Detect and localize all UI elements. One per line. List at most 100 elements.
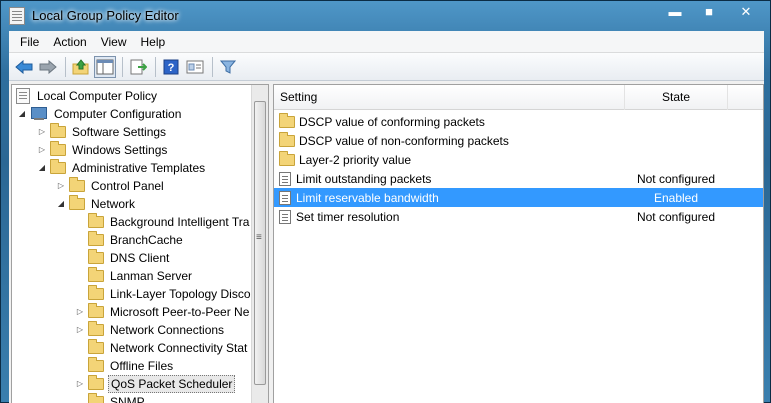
folder-icon xyxy=(88,213,104,228)
menu-view[interactable]: View xyxy=(94,31,134,53)
back-button[interactable] xyxy=(13,56,35,78)
column-header: Setting State xyxy=(274,85,763,110)
menu-bar: File Action View Help xyxy=(9,31,764,53)
folder-icon xyxy=(50,159,66,174)
folder-icon xyxy=(279,112,295,128)
expand-closed-icon[interactable]: ▷ xyxy=(74,303,86,321)
setting-name: DSCP value of conforming packets xyxy=(299,114,485,129)
tree-item-dns-client[interactable]: DNS Client xyxy=(74,249,171,267)
tree-item-label: Software Settings xyxy=(72,125,167,139)
forward-arrow-icon xyxy=(39,59,57,74)
tree-item-link-layer-topology[interactable]: Link-Layer Topology Disco xyxy=(74,285,253,303)
setting-name: Layer-2 priority value xyxy=(299,152,412,167)
expand-open-icon[interactable]: ◢ xyxy=(36,159,48,177)
folder-icon xyxy=(88,267,104,282)
tree-item-label: BranchCache xyxy=(110,233,183,247)
folder-icon xyxy=(69,195,85,210)
list-item-limit-reservable-bandwidth[interactable]: Limit reservable bandwidth Enabled xyxy=(274,188,763,207)
expand-closed-icon[interactable]: ▷ xyxy=(74,375,86,393)
expand-closed-icon[interactable]: ▷ xyxy=(74,321,86,339)
menu-help[interactable]: Help xyxy=(134,31,173,53)
tree-item-lanman-server[interactable]: Lanman Server xyxy=(74,267,194,285)
expand-open-icon[interactable]: ◢ xyxy=(55,195,67,213)
tree-item-network[interactable]: ◢ Network xyxy=(55,195,137,213)
folder-icon xyxy=(88,375,104,390)
expand-closed-icon[interactable]: ▷ xyxy=(36,123,48,141)
document-icon xyxy=(16,88,30,104)
column-setting[interactable]: Setting xyxy=(280,85,620,110)
folder-icon xyxy=(69,177,85,192)
expand-closed-icon[interactable]: ▷ xyxy=(36,141,48,159)
setting-name: Limit reservable bandwidth xyxy=(296,190,439,205)
tree-item-software-settings[interactable]: ▷ Software Settings xyxy=(36,123,168,141)
folder-icon xyxy=(88,393,104,403)
setting-icon xyxy=(279,171,291,186)
properties-button[interactable] xyxy=(184,56,206,78)
tree-item-label: Link-Layer Topology Disco xyxy=(110,287,251,301)
window-frame: Local Group Policy Editor ▬ ■ ✕ File Act… xyxy=(0,0,771,403)
tree-item-label: Administrative Templates xyxy=(72,161,206,175)
tree-item-branchcache[interactable]: BranchCache xyxy=(74,231,185,249)
folder-icon xyxy=(88,249,104,264)
tree-item-control-panel[interactable]: ▷ Control Panel xyxy=(55,177,166,195)
folder-icon xyxy=(88,321,104,336)
scrollbar-thumb[interactable] xyxy=(254,101,266,385)
tree-item-offline-files[interactable]: Offline Files xyxy=(74,357,175,375)
folder-icon xyxy=(88,339,104,354)
export-list-button[interactable] xyxy=(127,56,149,78)
expand-closed-icon[interactable]: ▷ xyxy=(55,177,67,195)
tree-item-label: Network Connectivity Stat xyxy=(110,341,248,355)
list-item-dscp-conforming[interactable]: DSCP value of conforming packets xyxy=(274,112,763,131)
maximize-button[interactable]: ■ xyxy=(692,3,726,23)
list-item-set-timer-resolution[interactable]: Set timer resolution Not configured xyxy=(274,207,763,226)
list-item-layer2-priority[interactable]: Layer-2 priority value xyxy=(274,150,763,169)
title-bar[interactable]: Local Group Policy Editor ▬ ■ ✕ xyxy=(1,1,770,31)
folder-icon xyxy=(279,131,295,147)
tree-item-network-connections[interactable]: ▷ Network Connections xyxy=(74,321,226,339)
list-item-limit-outstanding-packets[interactable]: Limit outstanding packets Not configured xyxy=(274,169,763,188)
tree-item-label: Control Panel xyxy=(91,179,164,193)
filter-button[interactable] xyxy=(217,56,239,78)
tree-item-snmp[interactable]: SNMP xyxy=(74,393,147,403)
close-button[interactable]: ✕ xyxy=(726,3,766,23)
expand-open-icon[interactable]: ◢ xyxy=(16,105,28,123)
minimize-button[interactable]: ▬ xyxy=(658,3,692,23)
tree-item-microsoft-peer-to-peer[interactable]: ▷ Microsoft Peer-to-Peer Ne xyxy=(74,303,251,321)
tree-item-computer-configuration[interactable]: ◢ Computer Configuration xyxy=(16,105,183,123)
settings-list[interactable]: Setting State DSCP value of conforming p… xyxy=(273,84,764,403)
menu-action[interactable]: Action xyxy=(46,31,93,53)
tree-item-local-computer-policy[interactable]: Local Computer Policy xyxy=(14,87,159,105)
show-hide-tree-button[interactable] xyxy=(94,55,116,78)
folder-icon xyxy=(88,231,104,246)
forward-button[interactable] xyxy=(37,56,59,78)
folder-icon xyxy=(88,285,104,300)
tree-item-background-intelligent[interactable]: Background Intelligent Tra xyxy=(74,213,251,231)
folder-icon xyxy=(88,303,104,318)
app-icon[interactable] xyxy=(9,7,25,25)
toolbar-separator xyxy=(155,56,156,77)
help-icon: ? xyxy=(163,59,179,74)
tree-item-label: Lanman Server xyxy=(110,269,193,283)
tree-item-network-connectivity-status[interactable]: Network Connectivity Stat xyxy=(74,339,249,357)
tree-item-label: Windows Settings xyxy=(72,143,168,157)
tree-item-qos-packet-scheduler[interactable]: ▷ QoS Packet Scheduler xyxy=(74,375,236,393)
back-arrow-icon xyxy=(15,59,33,74)
tree-item-label: Network Connections xyxy=(110,323,225,337)
column-state[interactable]: State xyxy=(624,85,728,110)
window-title: Local Group Policy Editor xyxy=(32,8,179,23)
tree-item-label: Computer Configuration xyxy=(54,107,182,121)
tree-item-administrative-templates[interactable]: ◢ Administrative Templates xyxy=(36,159,207,177)
tree-item-label: Network xyxy=(91,197,136,211)
up-one-level-button[interactable] xyxy=(70,56,92,78)
console-tree[interactable]: Local Computer Policy ◢ Computer Configu… xyxy=(11,84,269,403)
svg-text:?: ? xyxy=(168,62,175,74)
menu-file[interactable]: File xyxy=(13,31,46,53)
filter-icon xyxy=(220,60,236,74)
list-item-dscp-non-conforming[interactable]: DSCP value of non-conforming packets xyxy=(274,131,763,150)
tree-vertical-scrollbar[interactable] xyxy=(251,85,268,403)
folder-icon xyxy=(279,150,295,166)
setting-state: Not configured xyxy=(636,171,716,186)
tree-item-windows-settings[interactable]: ▷ Windows Settings xyxy=(36,141,169,159)
show-hide-tree-icon xyxy=(96,59,114,74)
help-button[interactable]: ? xyxy=(160,56,182,78)
